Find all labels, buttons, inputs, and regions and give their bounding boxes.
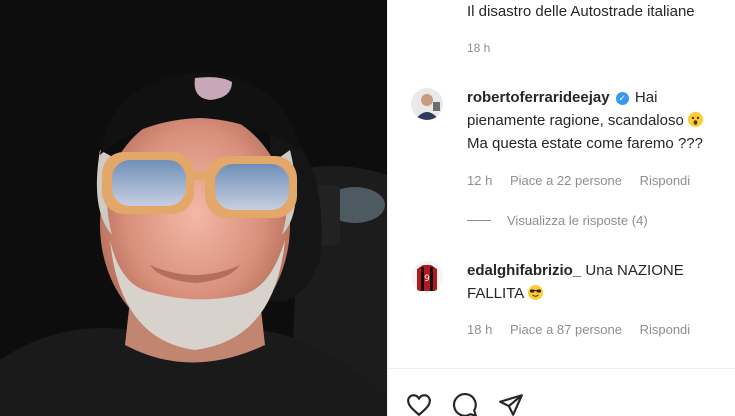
view-replies-button[interactable]: Visualizza le risposte (4): [467, 213, 648, 228]
likes-count-link[interactable]: Piace a 87 persone: [510, 322, 622, 337]
comment-meta: 12 h Piace a 22 persone Rispondi: [467, 173, 704, 188]
actions-divider: [388, 368, 735, 369]
comment-time: 12 h: [467, 173, 493, 188]
post-actions-bar: [406, 392, 524, 416]
svg-text:9: 9: [424, 274, 430, 284]
comment-time: 18 h: [467, 322, 493, 337]
post-media-video[interactable]: [0, 0, 387, 416]
comment-icon[interactable]: [452, 392, 478, 416]
comment-text: robertoferrarideejay ✓ Hai pienamente ra…: [467, 86, 727, 155]
reply-button[interactable]: Rispondi: [640, 322, 691, 337]
share-send-icon[interactable]: [498, 392, 524, 416]
sunglasses-face-icon: [527, 285, 543, 300]
comment-username[interactable]: robertoferrarideejay: [467, 89, 610, 106]
heart-icon[interactable]: [406, 392, 432, 416]
post-timestamp: 18 h: [467, 41, 491, 55]
avatar[interactable]: [411, 88, 443, 120]
comment-meta: 18 h Piace a 87 persone Rispondi: [467, 322, 704, 337]
replies-divider-line: [467, 220, 491, 221]
comments-panel: Il disastro delle Autostrade italiane 18…: [387, 0, 735, 416]
comment-username[interactable]: edalghifabrizio_: [467, 262, 581, 279]
comment-text: edalghifabrizio_ Una NAZIONE FALLITA: [467, 259, 727, 305]
astonished-face-icon: [688, 112, 703, 127]
view-replies-label: Visualizza le risposte (4): [507, 213, 648, 228]
reply-button[interactable]: Rispondi: [640, 173, 691, 188]
verified-badge-icon: ✓: [615, 92, 629, 105]
likes-count-link[interactable]: Piace a 22 persone: [510, 173, 622, 188]
avatar[interactable]: 9: [411, 261, 443, 293]
video-frame-illustration: [0, 0, 387, 416]
post-caption: Il disastro delle Autostrade italiane: [467, 3, 695, 20]
comment-message-continued: Ma questa estate come faremo ???: [467, 135, 703, 152]
